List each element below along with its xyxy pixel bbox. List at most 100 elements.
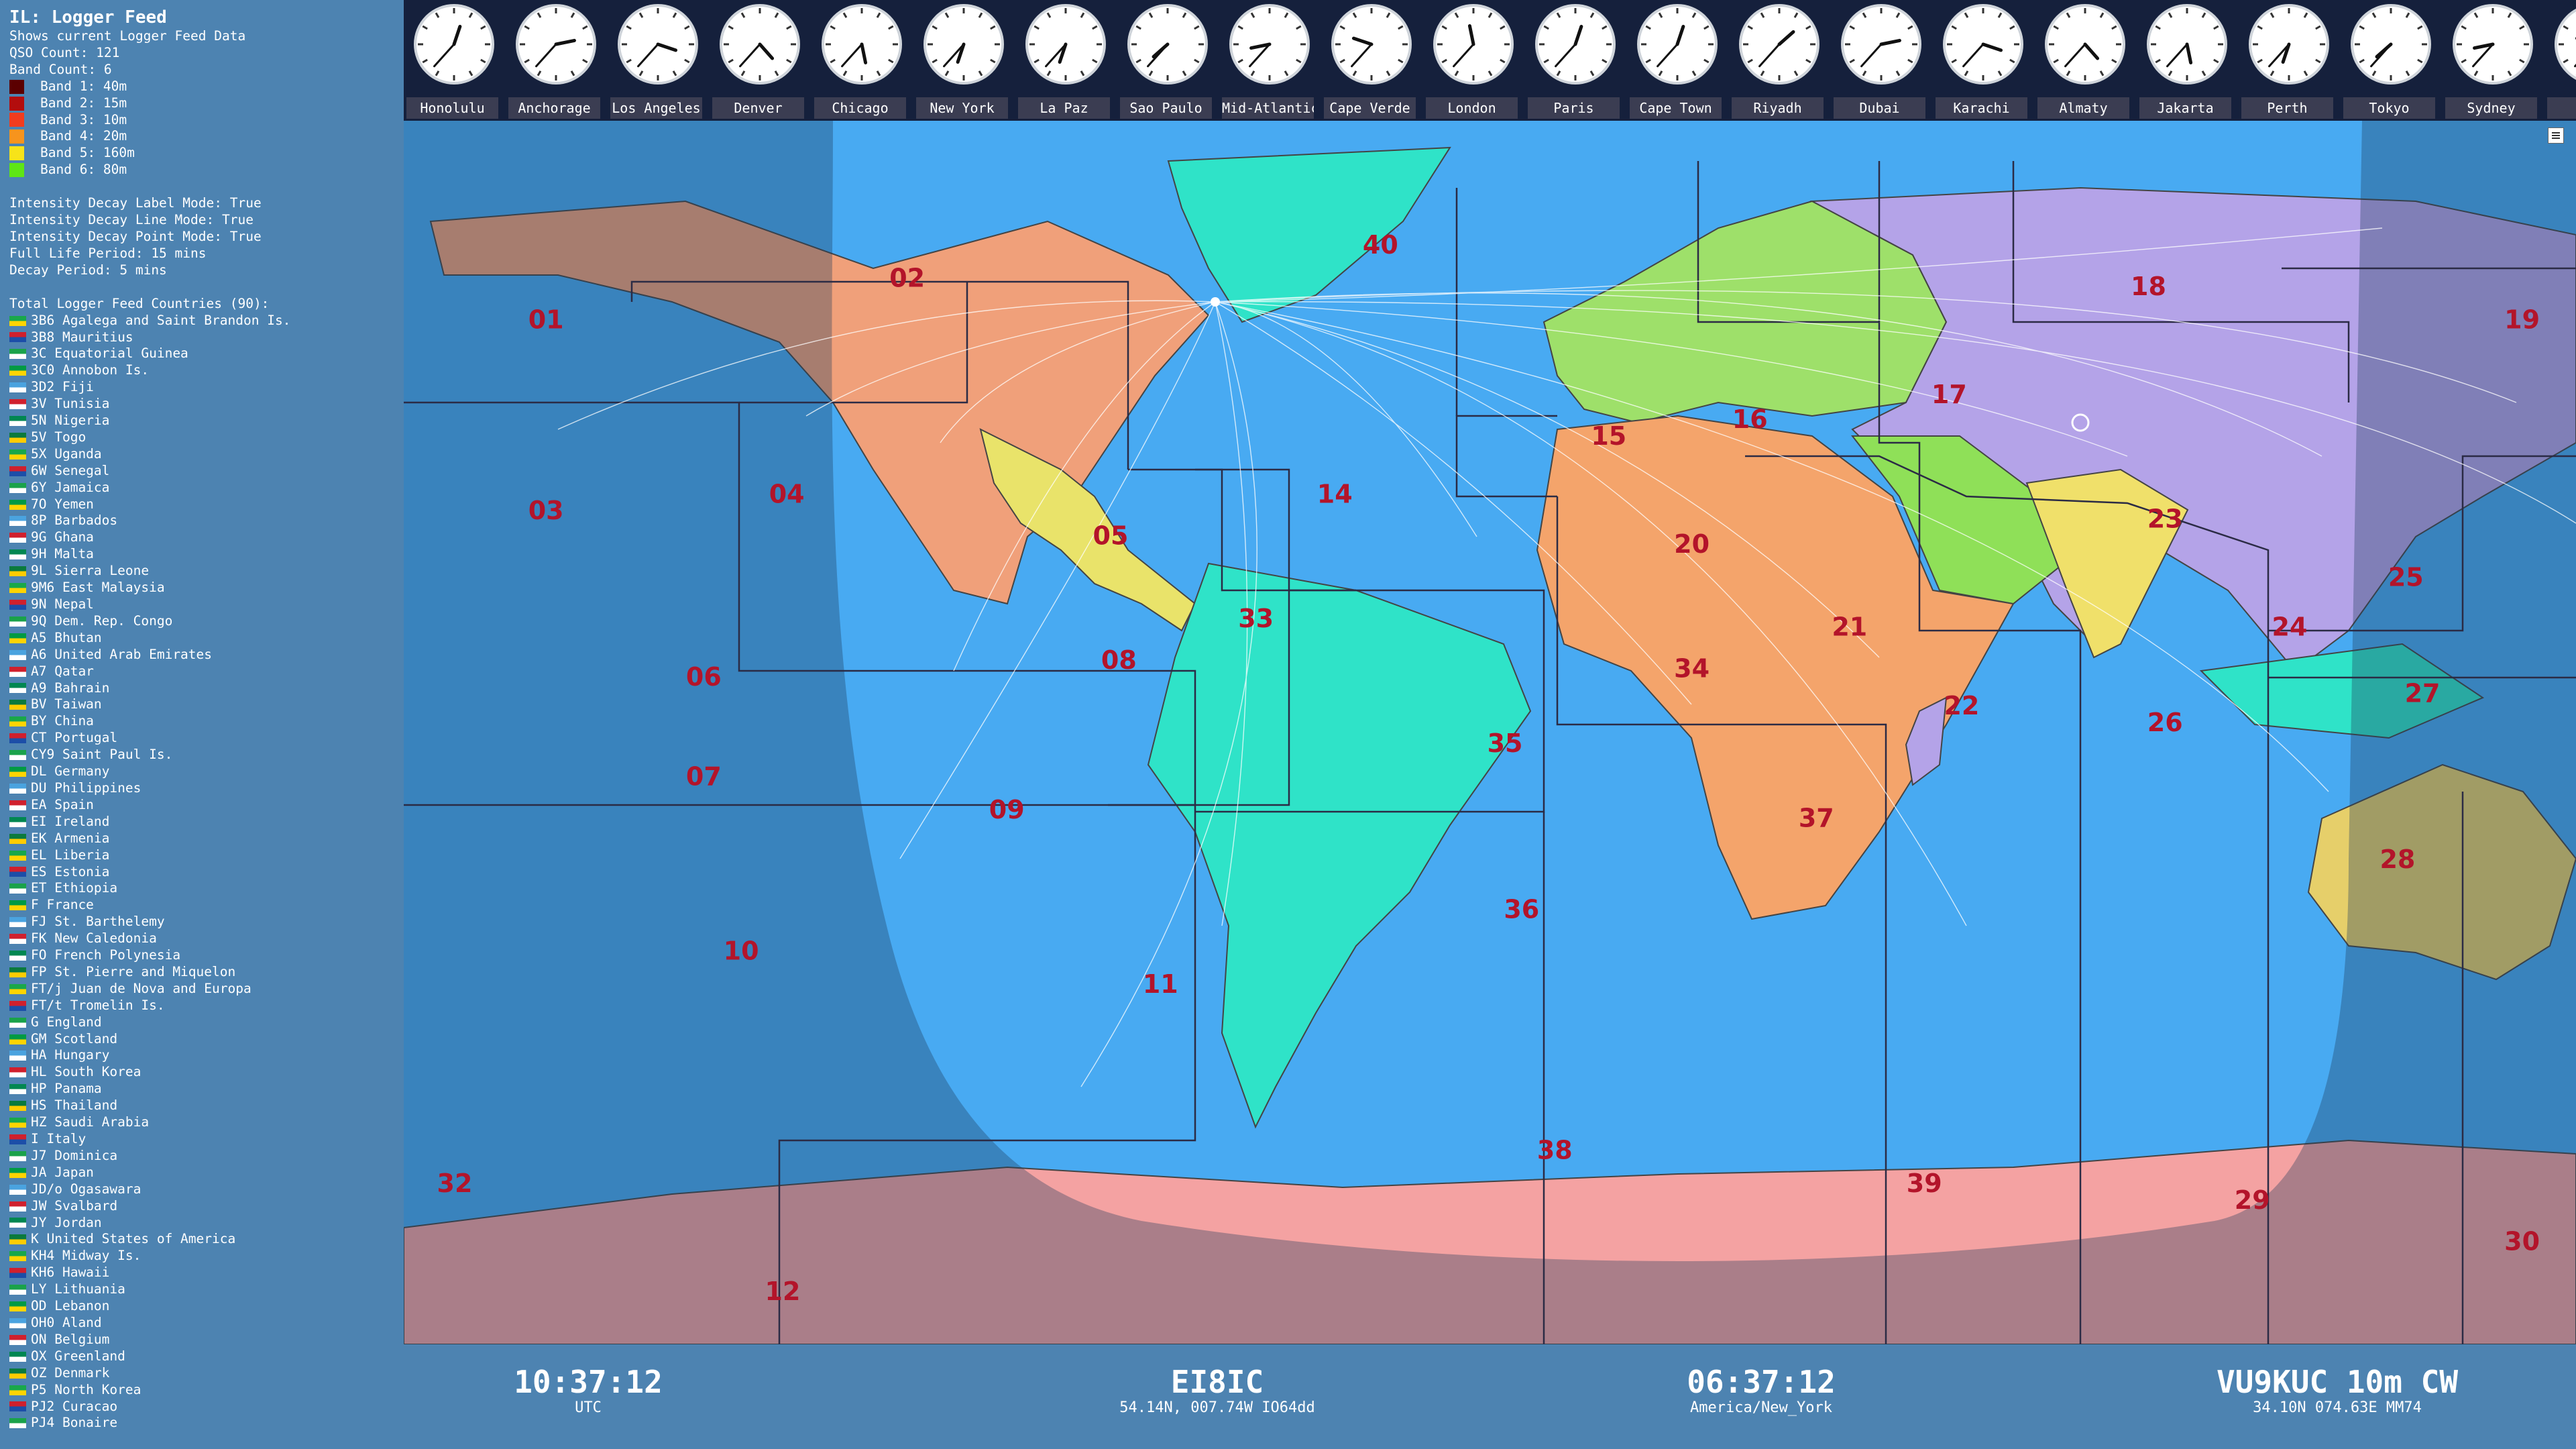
band-label: Band 3: 10m	[40, 111, 127, 127]
country-label: 5V Togo	[31, 429, 87, 445]
country-item: PJ4 Bonaire	[9, 1415, 404, 1432]
country-item: OZ Denmark	[9, 1365, 404, 1382]
country-label: KH4 Midway Is.	[31, 1248, 142, 1264]
zone-label: 30	[2504, 1227, 2540, 1256]
world-clock: New York	[913, 0, 1011, 121]
world-clock: Karachi	[1933, 0, 2030, 121]
country-item: FJ St. Barthelemy	[9, 914, 404, 930]
country-item: DU Philippines	[9, 780, 404, 797]
zone-label: 17	[1931, 380, 1967, 409]
world-clock: Paris	[1525, 0, 1622, 121]
flag-icon	[9, 1118, 26, 1128]
country-label: 7O Yemen	[31, 496, 94, 512]
country-label: 6Y Jamaica	[31, 479, 110, 495]
flag-icon	[9, 666, 26, 677]
clock-face-icon	[414, 4, 494, 85]
band-row: Band 4: 20m	[9, 128, 404, 145]
country-label: 5X Uganda	[31, 445, 102, 462]
country-item: CT Portugal	[9, 730, 404, 747]
country-item: 9Q Dem. Rep. Congo	[9, 613, 404, 630]
country-item: OD Lebanon	[9, 1298, 404, 1315]
utc-label: UTC	[575, 1399, 602, 1416]
country-label: BY China	[31, 713, 94, 729]
clock-city-label: Honolulu	[406, 97, 498, 119]
country-label: 3V Tunisia	[31, 396, 110, 412]
clock-city-label: Cape Verde	[1324, 97, 1416, 119]
world-clock: London	[1423, 0, 1520, 121]
country-label: 3C Equatorial Guinea	[31, 345, 188, 362]
dx-call: VU9KUC 10m CW	[2216, 1364, 2459, 1400]
utc-time: 10:37:12	[514, 1364, 663, 1400]
country-label: PJ2 Curacao	[31, 1398, 118, 1414]
clock-city-label: Almaty	[2037, 97, 2129, 119]
world-clock: Riyadh	[1729, 0, 1826, 121]
zone-label: 15	[1591, 421, 1626, 451]
clock-face-icon	[2351, 4, 2431, 85]
country-item: 9M6 East Malaysia	[9, 580, 404, 596]
country-label: A7 Qatar	[31, 663, 94, 679]
zone-label: 35	[1488, 729, 1523, 758]
country-item: EA Spain	[9, 797, 404, 814]
flag-icon	[9, 967, 26, 977]
country-label: OH0 Aland	[31, 1314, 102, 1330]
world-clock: Cape Town	[1627, 0, 1724, 121]
flag-icon	[9, 934, 26, 945]
setting-line: Intensity Decay Line Mode: True	[9, 212, 254, 228]
utc-clock: 10:37:12 UTC	[514, 1364, 663, 1417]
country-label: ES Estonia	[31, 863, 110, 879]
band-row: Band 5: 160m	[9, 145, 404, 162]
dx-location: 34.10N 074.63E MM74	[2253, 1399, 2422, 1416]
zone-label: 28	[2379, 845, 2415, 874]
station-info: EI8IC 54.14N, 007.74W IO64dd	[1119, 1364, 1314, 1417]
country-label: BV Taiwan	[31, 696, 102, 712]
country-label: FO French Polynesia	[31, 947, 181, 963]
country-item: EK Armenia	[9, 830, 404, 847]
band-row: Band 1: 40m	[9, 78, 404, 95]
country-label: JD/o Ogasawara	[31, 1181, 142, 1197]
country-label: P5 North Korea	[31, 1381, 142, 1397]
country-label: J7 Dominica	[31, 1147, 118, 1163]
flag-icon	[9, 1167, 26, 1178]
country-item: KH4 Midway Is.	[9, 1248, 404, 1265]
map-menu-icon[interactable]	[2548, 127, 2564, 144]
country-label: ON Belgium	[31, 1331, 110, 1347]
country-item: 6Y Jamaica	[9, 480, 404, 496]
flag-icon	[9, 499, 26, 510]
clock-face-icon	[1229, 4, 1310, 85]
country-label: ET Ethiopia	[31, 880, 118, 896]
flag-icon	[9, 950, 26, 961]
country-label: 3D2 Fiji	[31, 379, 94, 395]
flag-icon	[9, 1017, 26, 1028]
world-clock: Mid-Atlantic	[1219, 0, 1317, 121]
world-map[interactable]: 0102030405060708091011121314151617181920…	[404, 121, 2576, 1344]
country-item: FO French Polynesia	[9, 947, 404, 964]
station-call: EI8IC	[1170, 1364, 1264, 1400]
flag-icon	[9, 466, 26, 476]
zone-label: 02	[889, 264, 925, 293]
flag-icon	[9, 767, 26, 777]
world-clock-bar: Honolulu Anchorage Los Angeles Denver Chicag…	[404, 0, 2576, 121]
country-item: 3V Tunisia	[9, 396, 404, 413]
status-bar: 10:37:12 UTC EI8IC 54.14N, 007.74W IO64d…	[404, 1344, 2576, 1449]
zone-label: 01	[528, 305, 564, 335]
clock-face-icon	[1433, 4, 1514, 85]
country-item: F France	[9, 897, 404, 914]
setting-line: Full Life Period: 15 mins	[9, 245, 207, 261]
country-label: 5N Nigeria	[31, 413, 110, 429]
country-item: ET Ethiopia	[9, 880, 404, 897]
country-item: 3B6 Agalega and Saint Brandon Is.	[9, 313, 404, 329]
zone-label: 21	[1832, 612, 1867, 642]
band-row: Band 2: 15m	[9, 95, 404, 112]
zone-label: 39	[1907, 1169, 1942, 1198]
world-clock: Jakarta	[2137, 0, 2234, 121]
flag-icon	[9, 1101, 26, 1112]
country-label: JW Svalbard	[31, 1197, 118, 1214]
station-location: 54.14N, 007.74W IO64dd	[1119, 1399, 1315, 1416]
clock-face-icon	[1025, 4, 1106, 85]
zone-label: 29	[2235, 1185, 2270, 1215]
country-item: 9G Ghana	[9, 529, 404, 546]
zone-label: 33	[1238, 604, 1274, 633]
band-color-swatch	[9, 79, 24, 94]
band-row: Band 6: 80m	[9, 162, 404, 178]
country-label: HA Hungary	[31, 1047, 110, 1063]
